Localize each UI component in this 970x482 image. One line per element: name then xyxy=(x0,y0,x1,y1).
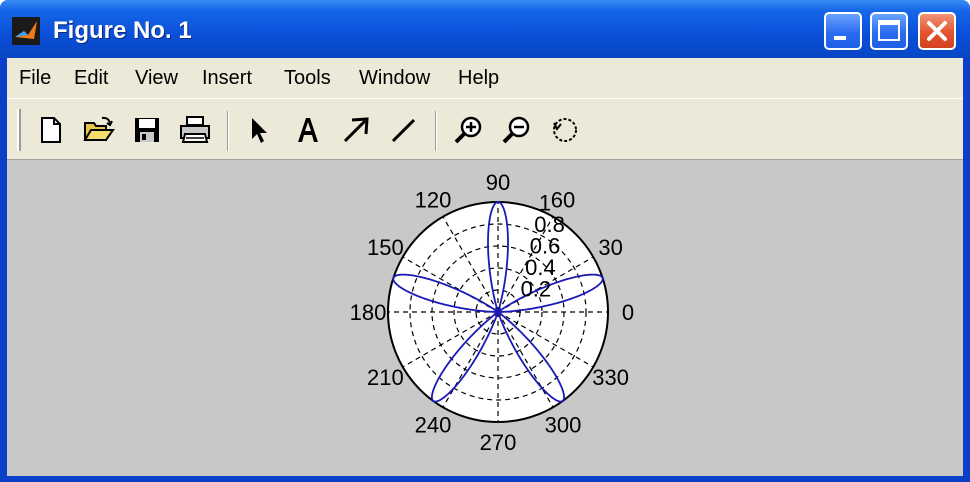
angle-tick-label: 270 xyxy=(480,430,517,455)
zoom-out-button[interactable] xyxy=(500,113,534,147)
menu-window[interactable]: Window xyxy=(359,67,430,90)
window-title: Figure No. 1 xyxy=(53,17,192,44)
zoom-in-icon xyxy=(454,116,482,144)
zoom-in-button[interactable] xyxy=(452,113,486,147)
new-figure-button[interactable] xyxy=(34,113,68,147)
insert-text-button[interactable] xyxy=(291,113,325,147)
angle-tick-label: 330 xyxy=(592,365,629,390)
rotate-icon xyxy=(553,118,577,142)
radial-tick-label: 0.8 xyxy=(534,212,565,237)
toolbar-separator xyxy=(435,111,437,151)
angle-tick-label: 150 xyxy=(367,235,404,260)
angle-tick-label: 210 xyxy=(367,365,404,390)
new-file-icon xyxy=(41,117,61,143)
polar-plot[interactable]: 0 30 60 90 120 150 180 210 240 270 300 330 0.20.40.6… xyxy=(7,160,963,476)
maximize-button[interactable] xyxy=(870,12,908,50)
printer-icon xyxy=(180,116,210,143)
open-file-button[interactable] xyxy=(82,113,116,147)
edit-plot-button[interactable] xyxy=(243,113,277,147)
folder-open-icon xyxy=(83,116,115,141)
minimize-button[interactable] xyxy=(824,12,862,50)
toolbar-grip[interactable] xyxy=(17,109,21,151)
angle-tick-label: 240 xyxy=(415,413,452,438)
insert-line-button[interactable] xyxy=(387,113,421,147)
figure-window: Figure No. 1 File Edit View Insert Tools… xyxy=(0,0,970,482)
menu-view[interactable]: View xyxy=(135,67,178,90)
close-icon xyxy=(927,21,947,41)
angle-tick-label: 180 xyxy=(350,300,387,325)
save-button[interactable] xyxy=(130,113,164,147)
radial-tick-label: 1 xyxy=(539,190,551,215)
maximize-icon xyxy=(878,20,900,41)
window-client: File Edit View Insert Tools Window Help xyxy=(7,58,963,476)
matlab-logo-icon xyxy=(12,17,40,45)
menu-bar: File Edit View Insert Tools Window Help xyxy=(7,58,963,98)
angle-tick-label: 300 xyxy=(545,413,582,438)
figure-toolbar xyxy=(7,98,963,160)
zoom-out-icon xyxy=(502,116,530,144)
insert-arrow-button[interactable] xyxy=(339,113,373,147)
arrow-icon xyxy=(343,117,369,143)
floppy-disk-icon xyxy=(135,118,159,142)
radial-tick-label: 0.2 xyxy=(521,276,552,301)
print-button[interactable] xyxy=(178,113,212,147)
angle-tick-label: 0 xyxy=(622,300,634,325)
figure-canvas[interactable]: 0 30 60 90 120 150 180 210 240 270 300 330 0.2 0.4 0.6… xyxy=(7,160,963,476)
menu-file[interactable]: File xyxy=(19,67,51,90)
text-A-icon xyxy=(298,118,318,142)
close-button[interactable] xyxy=(918,12,956,50)
menu-insert[interactable]: Insert xyxy=(202,67,252,90)
minimize-icon xyxy=(834,36,846,40)
angle-tick-label: 90 xyxy=(486,170,510,195)
radial-tick-label: 0.6 xyxy=(530,233,561,258)
angle-tick-label: 120 xyxy=(415,187,452,212)
title-bar[interactable]: Figure No. 1 xyxy=(0,0,970,58)
angle-tick-label: 30 xyxy=(598,235,622,260)
menu-edit[interactable]: Edit xyxy=(74,67,108,90)
radial-tick-label: 0.4 xyxy=(525,255,556,280)
menu-tools[interactable]: Tools xyxy=(284,67,331,90)
angle-tick-label: 60 xyxy=(551,187,575,212)
line-icon xyxy=(391,118,416,143)
toolbar-separator xyxy=(227,111,229,151)
menu-help[interactable]: Help xyxy=(458,67,499,90)
arrow-cursor-icon xyxy=(252,118,267,143)
rotate-3d-button[interactable] xyxy=(548,113,582,147)
